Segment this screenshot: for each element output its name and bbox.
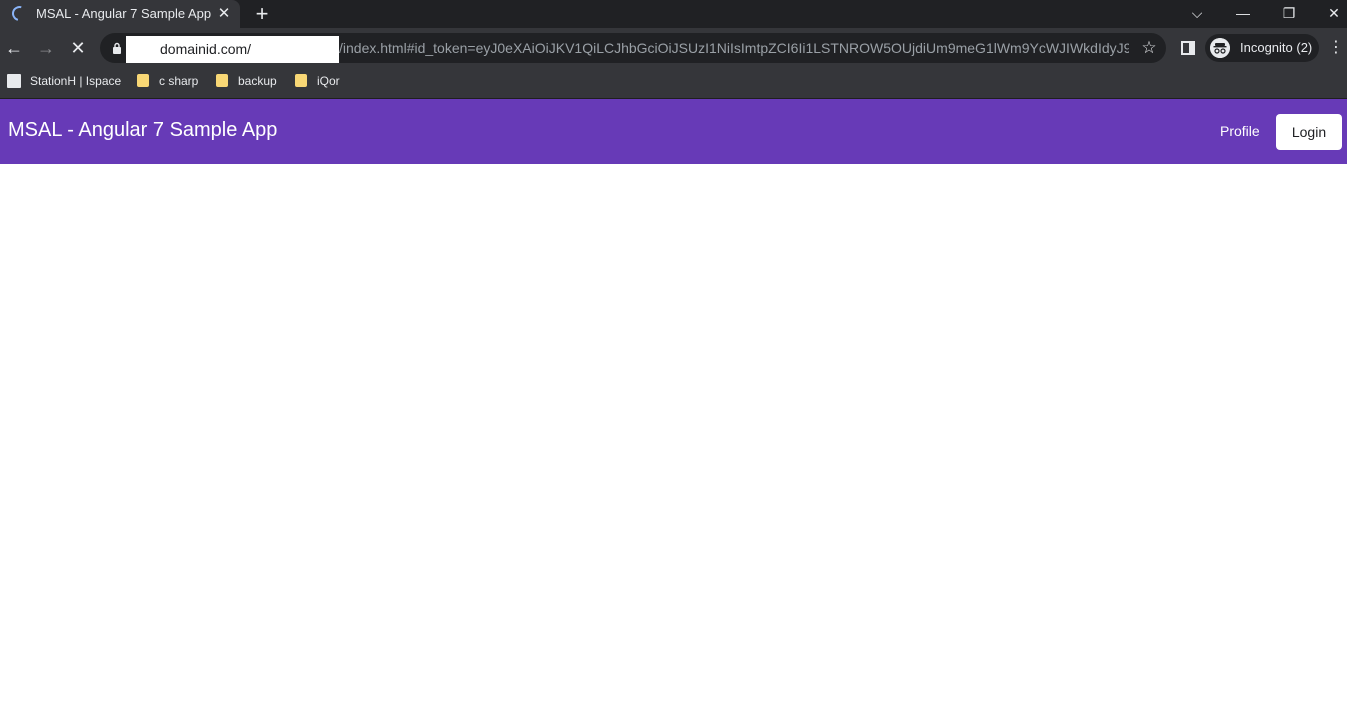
- browser-toolbar: ← → ✕ domainid.com/ /index.html#id_token…: [0, 28, 1347, 68]
- bookmarks-bar: StationH | Ispace c sharp backup iQor: [0, 68, 1347, 99]
- page-icon: [7, 74, 21, 88]
- app-title: MSAL - Angular 7 Sample App: [8, 119, 278, 141]
- folder-icon: [216, 74, 228, 87]
- url-path: /index.html#id_token=eyJ0eXAiOiJKV1QiLCJ…: [339, 40, 1129, 56]
- bookmark-label: StationH | Ispace: [30, 74, 122, 88]
- new-tab-icon[interactable]: +: [252, 3, 272, 25]
- window-close-icon[interactable]: ✕: [1323, 3, 1345, 23]
- profile-link[interactable]: Profile: [1220, 123, 1260, 139]
- tab-title: MSAL - Angular 7 Sample App: [36, 6, 212, 21]
- folder-icon: [295, 74, 307, 87]
- tab-close-icon[interactable]: ✕: [215, 5, 233, 23]
- folder-icon: [137, 74, 149, 87]
- app-header: MSAL - Angular 7 Sample App Profile Logi…: [0, 99, 1347, 164]
- browser-menu-icon[interactable]: ⋮: [1328, 38, 1344, 58]
- bookmark-stationh[interactable]: StationH | Ispace: [7, 68, 122, 94]
- minimize-icon[interactable]: —: [1232, 3, 1254, 23]
- url-domain: domainid.com/: [126, 36, 339, 63]
- browser-tab[interactable]: MSAL - Angular 7 Sample App ✕: [0, 0, 240, 28]
- login-button[interactable]: Login: [1276, 114, 1342, 150]
- bookmark-star-icon[interactable]: ☆: [1139, 38, 1159, 58]
- back-icon[interactable]: ←: [2, 37, 26, 59]
- bookmark-folder-backup[interactable]: backup: [215, 68, 280, 94]
- address-bar[interactable]: domainid.com/ /index.html#id_token=eyJ0e…: [100, 33, 1166, 63]
- loading-spinner-icon: [9, 3, 30, 24]
- tab-strip: MSAL - Angular 7 Sample App ✕ + ⌵ — ❐ ✕: [0, 0, 1347, 28]
- bookmark-folder-iqor[interactable]: iQor: [294, 68, 344, 94]
- tab-search-icon[interactable]: ⌵: [1186, 3, 1208, 23]
- stop-loading-icon[interactable]: ✕: [66, 37, 90, 59]
- bookmark-folder-c-sharp[interactable]: c sharp: [136, 68, 201, 94]
- incognito-icon: [1210, 38, 1230, 58]
- page-content: [0, 164, 1347, 703]
- restore-icon[interactable]: ❐: [1278, 3, 1300, 23]
- incognito-profile-button[interactable]: Incognito (2): [1205, 34, 1319, 62]
- bookmark-label: iQor: [317, 74, 340, 88]
- bookmark-label: c sharp: [159, 74, 199, 88]
- bookmark-label: backup: [238, 74, 277, 88]
- lock-icon: [113, 42, 121, 54]
- forward-icon[interactable]: →: [34, 37, 58, 59]
- incognito-label: Incognito (2): [1240, 40, 1313, 55]
- side-panel-icon[interactable]: [1181, 41, 1195, 55]
